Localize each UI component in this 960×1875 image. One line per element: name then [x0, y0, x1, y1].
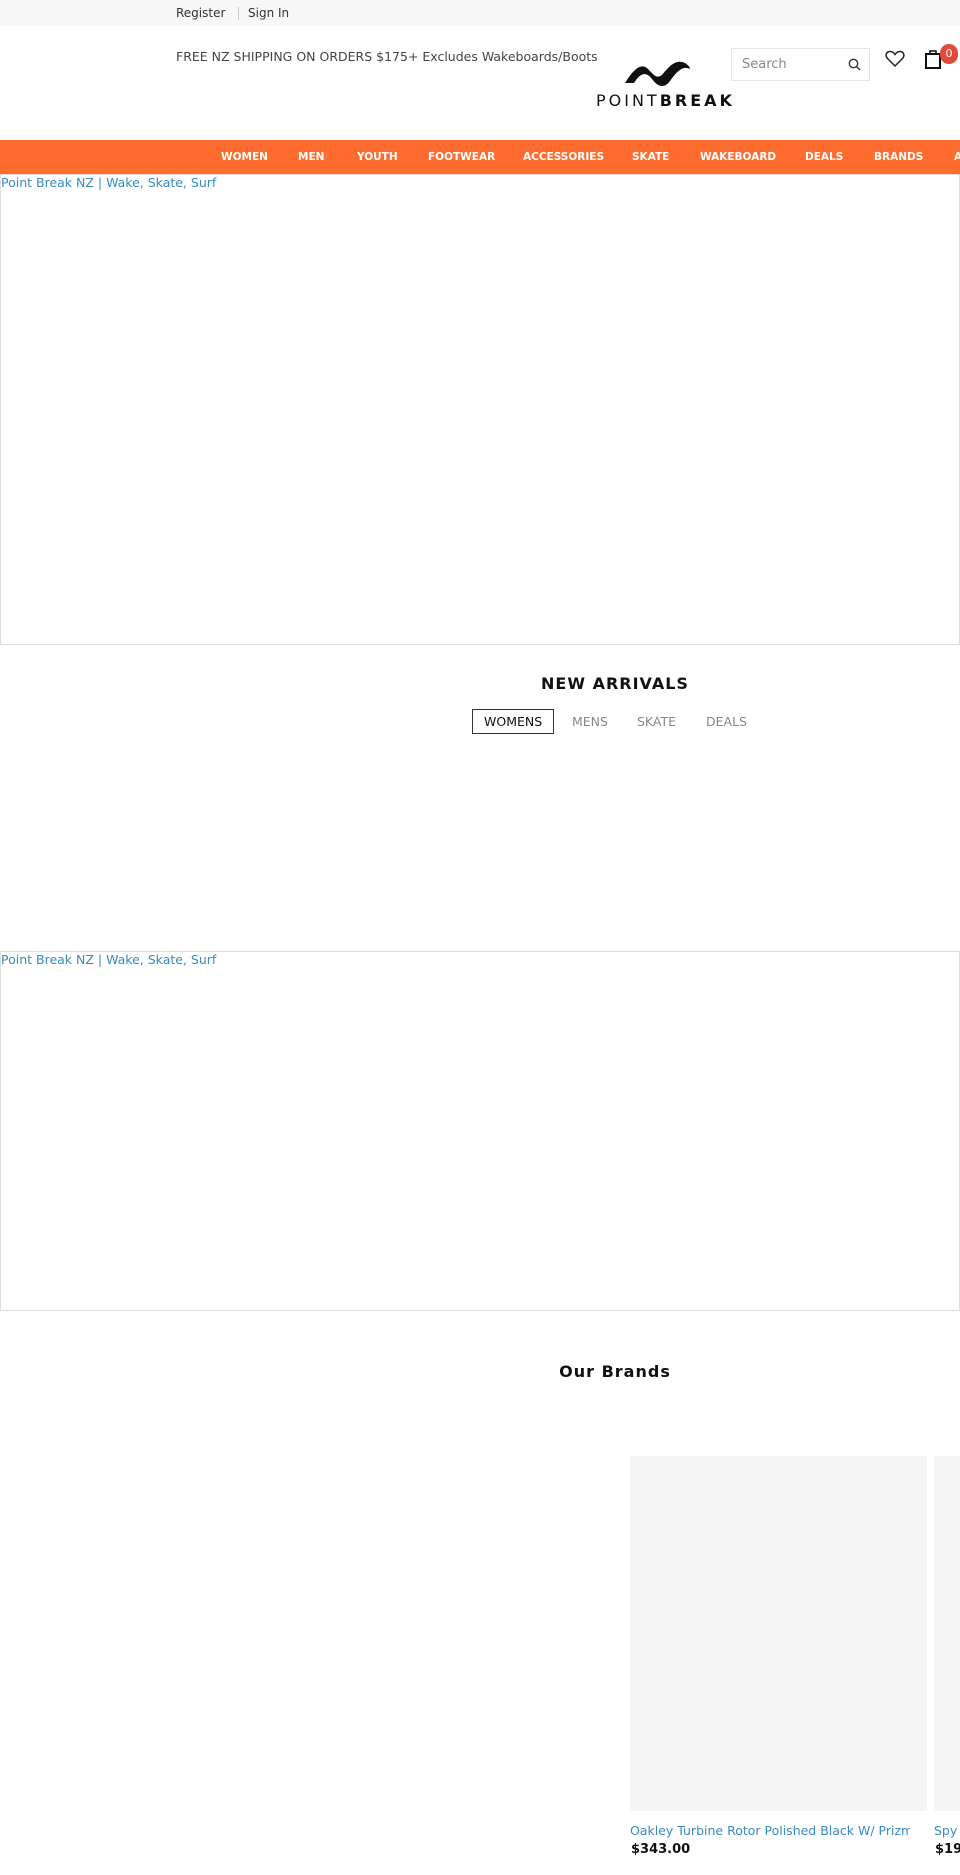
product-price: $343.00: [631, 1842, 691, 1857]
logo-text-bold: BREAK: [659, 91, 735, 110]
product-price: $199: [935, 1842, 960, 1857]
nav-footwear[interactable]: FOOTWEAR: [428, 151, 495, 163]
nav-men[interactable]: MEN: [298, 151, 324, 163]
nav-deals[interactable]: DEALS: [805, 151, 843, 163]
search-placeholder: Search: [742, 57, 787, 72]
nav-youth[interactable]: YOUTH: [357, 151, 398, 163]
main-nav: WOMEN MEN YOUTH FOOTWEAR ACCESSORIES SKA…: [0, 140, 960, 174]
hero-frame: Point Break NZ | Wake, Skate, Surf: [0, 174, 960, 645]
product-title[interactable]: Spy: [934, 1823, 960, 1838]
sign-in-link[interactable]: Sign In: [248, 6, 289, 20]
product-title[interactable]: Oakley Turbine Rotor Polished Black W/ P…: [630, 1823, 910, 1838]
nav-skate[interactable]: SKATE: [632, 151, 669, 163]
register-link[interactable]: Register: [176, 6, 225, 20]
nav-more[interactable]: A: [954, 151, 960, 163]
cart-count-badge: 0: [940, 44, 958, 64]
our-brands-title: Our Brands: [559, 1362, 671, 1381]
nav-women[interactable]: WOMEN: [221, 151, 268, 163]
product-image[interactable]: [630, 1456, 927, 1811]
tab-mens[interactable]: MENS: [572, 714, 608, 729]
tab-deals[interactable]: DEALS: [706, 714, 747, 729]
wave-logo-icon: [625, 61, 690, 87]
nav-wakeboard[interactable]: WAKEBOARD: [700, 151, 776, 163]
nav-brands[interactable]: BRANDS: [874, 151, 923, 163]
logo[interactable]: POINTBREAK: [590, 55, 732, 115]
tab-womens[interactable]: WOMENS: [472, 709, 555, 734]
logo-text: POINT: [596, 91, 660, 110]
divider: [238, 7, 239, 20]
search-input[interactable]: Search: [731, 48, 870, 81]
nav-accessories[interactable]: ACCESSORIES: [523, 151, 604, 163]
banner-link[interactable]: Point Break NZ | Wake, Skate, Surf: [1, 952, 216, 967]
hero-link[interactable]: Point Break NZ | Wake, Skate, Surf: [1, 175, 216, 190]
wishlist-heart-icon[interactable]: [885, 50, 905, 68]
banner-frame: Point Break NZ | Wake, Skate, Surf: [0, 951, 960, 1311]
new-arrivals-title: NEW ARRIVALS: [541, 674, 689, 693]
tab-skate[interactable]: SKATE: [637, 714, 676, 729]
product-image[interactable]: [934, 1456, 960, 1811]
search-icon[interactable]: [848, 58, 861, 71]
top-bar: Register Sign In: [0, 0, 960, 26]
shipping-notice: FREE NZ SHIPPING ON ORDERS $175+ Exclude…: [176, 49, 598, 64]
